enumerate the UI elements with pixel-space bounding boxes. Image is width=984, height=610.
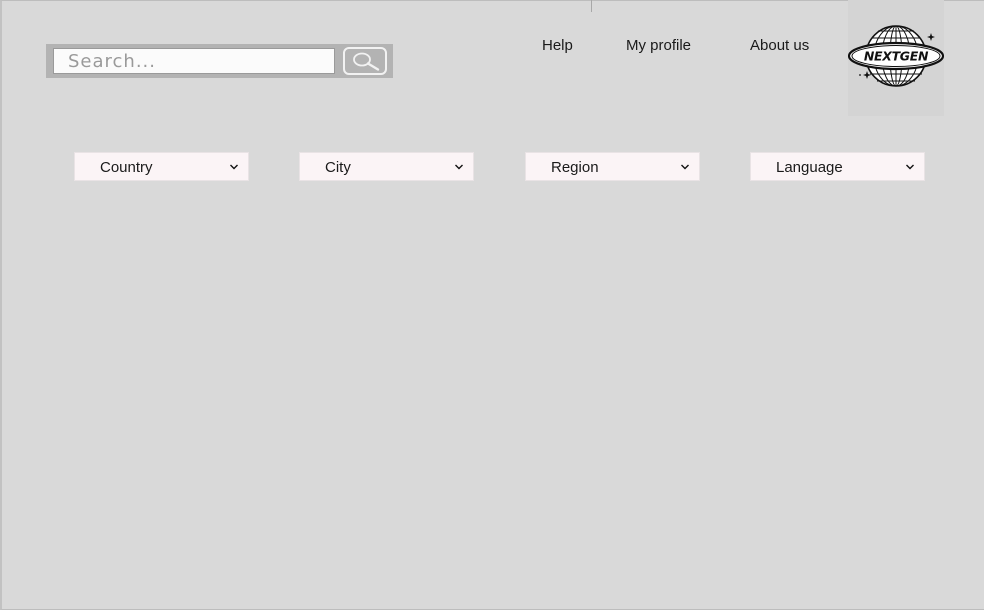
country-dropdown[interactable]: Country [74, 152, 249, 181]
chevron-down-icon [455, 164, 463, 170]
magnifier-icon [353, 52, 380, 71]
language-dropdown[interactable]: Language [750, 152, 925, 181]
page-frame [0, 0, 984, 610]
city-dropdown[interactable]: City [299, 152, 474, 181]
city-dropdown-label: City [325, 159, 351, 176]
nav-about-us-link[interactable]: About us [750, 37, 809, 54]
country-dropdown-label: Country [100, 159, 153, 176]
brand-logo[interactable]: NEXTGEN [848, 0, 944, 116]
chevron-down-icon [230, 164, 238, 170]
nav-my-profile-link[interactable]: My profile [626, 37, 691, 54]
search-bar [46, 44, 393, 78]
globe-logo-icon: NEXTGEN [848, 25, 944, 87]
nav-help-link[interactable]: Help [542, 37, 573, 54]
divider-tick [591, 0, 592, 12]
logo-wordmark: NEXTGEN [864, 49, 929, 64]
chevron-down-icon [681, 164, 689, 170]
region-dropdown[interactable]: Region [525, 152, 700, 181]
search-button[interactable] [343, 47, 387, 75]
region-dropdown-label: Region [551, 159, 599, 176]
search-input[interactable] [53, 48, 335, 74]
language-dropdown-label: Language [776, 159, 843, 176]
chevron-down-icon [906, 164, 914, 170]
